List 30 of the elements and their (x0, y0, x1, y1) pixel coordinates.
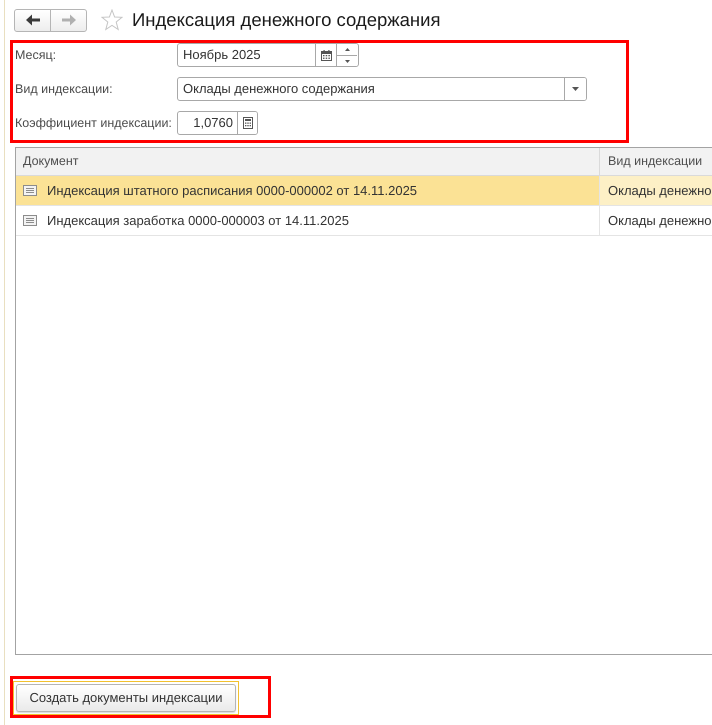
table-cell: Индексация штатного расписания 0000-000002 от 14.11.2025 (47, 183, 418, 198)
table-cell-text: Оклады денежно (607, 182, 712, 200)
table-row[interactable]: Индексация заработка 0000-000003 от 14.11.2025 Оклады денежно (16, 206, 712, 236)
window-title: Индексация денежного содержания (132, 9, 441, 31)
up-caret-icon (344, 48, 350, 51)
spin-down-button[interactable] (337, 55, 357, 66)
column-header[interactable]: Документ (16, 148, 600, 175)
document-icon (23, 215, 37, 226)
date-field[interactable]: Ноябрь 2025 (177, 43, 359, 67)
calculator-button[interactable] (237, 112, 257, 134)
dropdown-button[interactable] (564, 78, 586, 100)
column-header[interactable]: Вид индексации (600, 148, 702, 175)
right-arrow-icon (62, 14, 76, 26)
down-caret-icon (572, 87, 579, 91)
calculator-icon (242, 117, 252, 129)
left-arrow-icon (26, 14, 40, 26)
back-button[interactable] (14, 8, 51, 32)
down-caret-icon (344, 60, 350, 62)
document-icon (23, 185, 37, 196)
create-documents-button[interactable]: Создать документы индексации (13, 681, 239, 715)
field-label: Коэффициент индексации: (15, 116, 172, 130)
field-label: Вид индексации: (15, 82, 113, 96)
table-cell: Индексация заработка 0000-000003 от 14.11.2025 (47, 213, 349, 228)
calendar-icon (320, 50, 332, 60)
number-field[interactable]: 1,0760 (177, 111, 258, 135)
dropdown-field[interactable]: Оклады денежного содержания (177, 77, 587, 101)
table-row[interactable]: Индексация штатного расписания 0000-000002 от 14.11.2025 Оклады денежно (16, 176, 712, 206)
table-cell-text: Оклады денежно (607, 212, 712, 230)
star-icon[interactable] (101, 9, 123, 31)
field-label: Месяц: (15, 48, 56, 62)
